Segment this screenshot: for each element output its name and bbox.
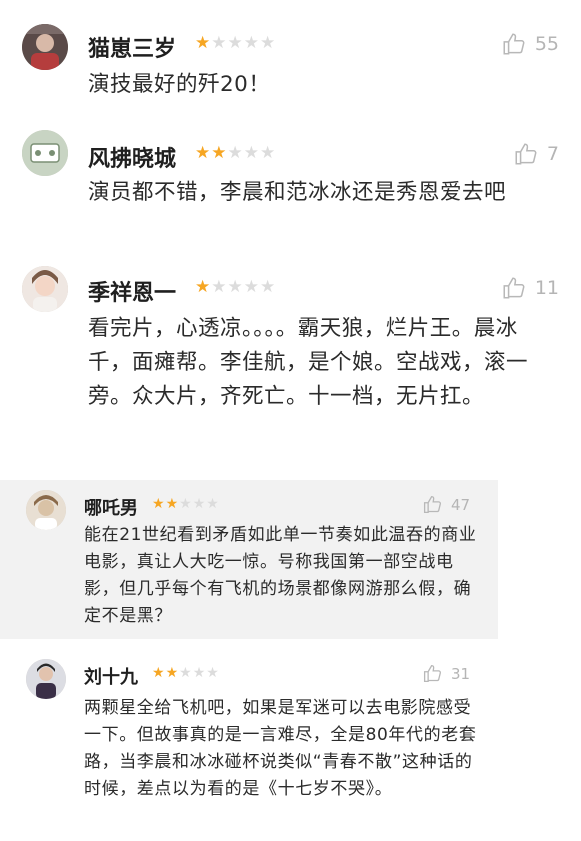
- star-icon: ★: [206, 496, 220, 512]
- star-icon: ★: [195, 143, 212, 163]
- star-icon: ★: [192, 665, 207, 681]
- like-count: 31: [451, 664, 471, 683]
- like-button[interactable]: 47: [422, 494, 470, 515]
- review-item: 猫崽三岁 ★★★★★ 55 演技最好的歼20！: [0, 0, 581, 112]
- star-rating: ★★★★★: [152, 496, 220, 512]
- like-button[interactable]: 7: [513, 141, 559, 167]
- avatar[interactable]: [26, 659, 66, 699]
- star-icon: ★: [227, 277, 244, 297]
- star-icon: ★: [195, 33, 212, 53]
- star-icon: ★: [260, 277, 277, 297]
- star-icon: ★: [211, 143, 228, 163]
- like-count: 11: [534, 277, 559, 299]
- reviewer-name[interactable]: 刘十九: [84, 663, 138, 689]
- like-count: 47: [451, 495, 471, 514]
- avatar[interactable]: [22, 266, 68, 312]
- review-item: 刘十九 ★★★★★ 31 两颗星全给飞机吧，如果是军迷可以去电影院感受一下。但故…: [0, 645, 498, 841]
- thumbs-up-icon: [501, 31, 527, 57]
- star-icon: ★: [195, 277, 212, 297]
- thumbs-up-icon: [501, 275, 527, 301]
- reviewer-name[interactable]: 哪吒男: [84, 494, 138, 520]
- star-rating: ★★★★★: [152, 665, 220, 681]
- star-icon: ★: [260, 143, 277, 163]
- star-icon: ★: [227, 143, 244, 163]
- review-text: 演技最好的歼20！: [88, 72, 271, 97]
- star-icon: ★: [152, 665, 166, 681]
- review-text: 演员都不错，李晨和范冰冰还是秀恩爱去吧: [88, 180, 507, 205]
- like-button[interactable]: 31: [422, 663, 470, 684]
- review-item: 风拂晓城 ★★★★★ 7 演员都不错，李晨和范冰冰还是秀恩爱去吧: [0, 112, 581, 250]
- star-icon: ★: [243, 143, 260, 163]
- reviewer-name[interactable]: 季祥恩一: [88, 275, 176, 307]
- star-rating: ★★★★★: [195, 277, 276, 297]
- star-icon: ★: [179, 665, 193, 681]
- star-icon: ★: [206, 665, 220, 681]
- review-item: 季祥恩一 ★★★★★ 11 看完片，心透凉。。。。霸天狼，烂片王。晨冰千，面瘫帮…: [0, 250, 581, 470]
- star-icon: ★: [192, 496, 207, 512]
- star-rating: ★★★★★: [195, 143, 276, 163]
- star-icon: ★: [243, 33, 260, 53]
- star-icon: ★: [211, 277, 228, 297]
- thumbs-up-icon: [513, 141, 539, 167]
- reviewer-name[interactable]: 风拂晓城: [88, 141, 176, 173]
- thumbs-up-icon: [422, 494, 443, 515]
- review-text: 看完片，心透凉。。。。霸天狼，烂片王。晨冰千，面瘫帮。李佳航，是个娘。空战戏，滚…: [88, 316, 529, 409]
- star-icon: ★: [227, 33, 244, 53]
- star-icon: ★: [260, 33, 277, 53]
- star-icon: ★: [243, 277, 260, 297]
- like-button[interactable]: 55: [501, 31, 559, 57]
- review-text: 能在21世纪看到矛盾如此单一节奏如此温吞的商业电影，真让人大吃一惊。号称我国第一…: [84, 525, 477, 626]
- star-icon: ★: [179, 496, 193, 512]
- like-button[interactable]: 11: [501, 275, 559, 301]
- reviewer-name[interactable]: 猫崽三岁: [88, 31, 176, 63]
- star-icon: ★: [211, 33, 228, 53]
- avatar[interactable]: [22, 24, 68, 70]
- star-icon: ★: [165, 665, 180, 681]
- avatar[interactable]: [26, 490, 66, 530]
- star-rating: ★★★★★: [195, 33, 276, 53]
- like-count: 7: [546, 143, 559, 165]
- star-icon: ★: [165, 496, 180, 512]
- star-icon: ★: [152, 496, 166, 512]
- avatar[interactable]: [22, 130, 68, 176]
- like-count: 55: [534, 33, 559, 55]
- review-item: 哪吒男 ★★★★★ 47 能在21世纪看到矛盾如此单一节奏如此温吞的商业电影，真…: [0, 480, 498, 639]
- review-text: 两颗星全给飞机吧，如果是军迷可以去电影院感受一下。但故事真的是一言难尽，全是80…: [84, 698, 477, 799]
- thumbs-up-icon: [422, 663, 443, 684]
